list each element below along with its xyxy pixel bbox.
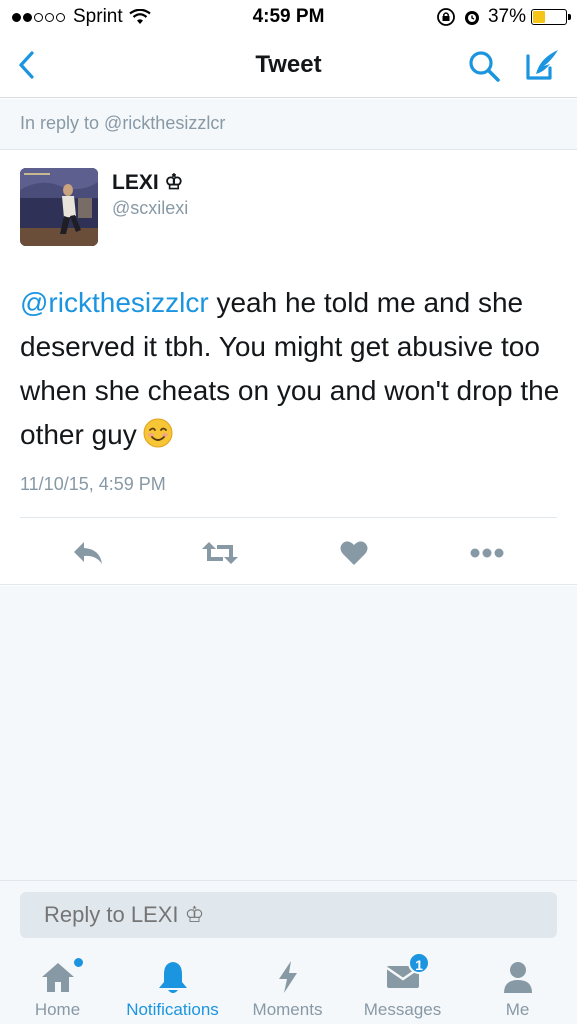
tab-label: Moments [252,1000,323,1019]
lightning-icon [278,961,297,993]
tweet-timestamp: 11/10/15, 4:59 PM [20,474,166,494]
reply-composer [0,880,577,950]
tweet-actions [0,533,577,573]
tweet-detail: LEXI ♔ @scxilexi @rickthesizzlcr yeah he… [0,151,577,585]
avatar-photo [20,168,98,246]
tab-me[interactable]: Me [460,956,575,1024]
display-name[interactable]: LEXI ♔ [112,170,183,195]
back-button[interactable] [14,48,42,82]
tab-label: Home [34,1000,81,1019]
new-content-dot [74,958,83,967]
battery-icon [531,9,571,25]
status-right: 37% [436,6,571,28]
compose-tweet-button[interactable] [522,46,562,84]
smiling-face-emoji [143,418,173,448]
bell-icon [158,962,187,993]
tab-label: Me [505,1000,530,1019]
battery-percent: 37% [487,6,526,27]
in-reply-to-banner[interactable]: In reply to @rickthesizzlcr [0,99,577,150]
home-icon [41,963,74,992]
reply-button[interactable] [68,533,108,573]
more-icon [470,548,504,558]
user-handle[interactable]: @scxilexi [112,198,188,219]
person-icon [503,962,532,993]
tab-label: Notifications [126,1000,219,1019]
avatar[interactable] [20,168,98,246]
mention-link[interactable]: @rickthesizzlcr [20,287,209,318]
retweet-icon [202,542,238,564]
status-bar: Sprint 4:59 PM 37% [0,0,577,34]
rotation-lock-icon [437,8,455,26]
tab-notifications[interactable]: Notifications [115,956,230,1024]
reply-icon [74,542,102,564]
tab-moments[interactable]: Moments [230,956,345,1024]
search-icon [469,51,500,82]
compose-tweet-icon [526,50,558,80]
navigation-bar: Tweet [0,34,577,98]
tab-home[interactable]: Home [0,956,115,1024]
alarm-icon [464,11,479,25]
replies-area [0,586,577,880]
search-button[interactable] [466,48,502,84]
messages-badge: 1 [408,952,430,974]
chevron-left-icon [19,51,34,79]
tab-messages[interactable]: 1 Messages [345,952,460,1024]
in-reply-to-text: In reply to @rickthesizzlcr [20,113,226,133]
tweet-text: @rickthesizzlcr yeah he told me and she … [20,281,560,457]
retweet-button[interactable] [200,533,240,573]
like-button[interactable] [334,533,374,573]
divider [20,517,557,518]
reply-input[interactable] [20,892,557,938]
like-icon [340,541,368,565]
more-options-button[interactable] [467,533,507,573]
tab-label: Messages [363,1000,442,1019]
battery-level-fill [533,11,545,23]
tab-bar: Home Notifications Moments 1 Messages Me [0,950,577,1024]
